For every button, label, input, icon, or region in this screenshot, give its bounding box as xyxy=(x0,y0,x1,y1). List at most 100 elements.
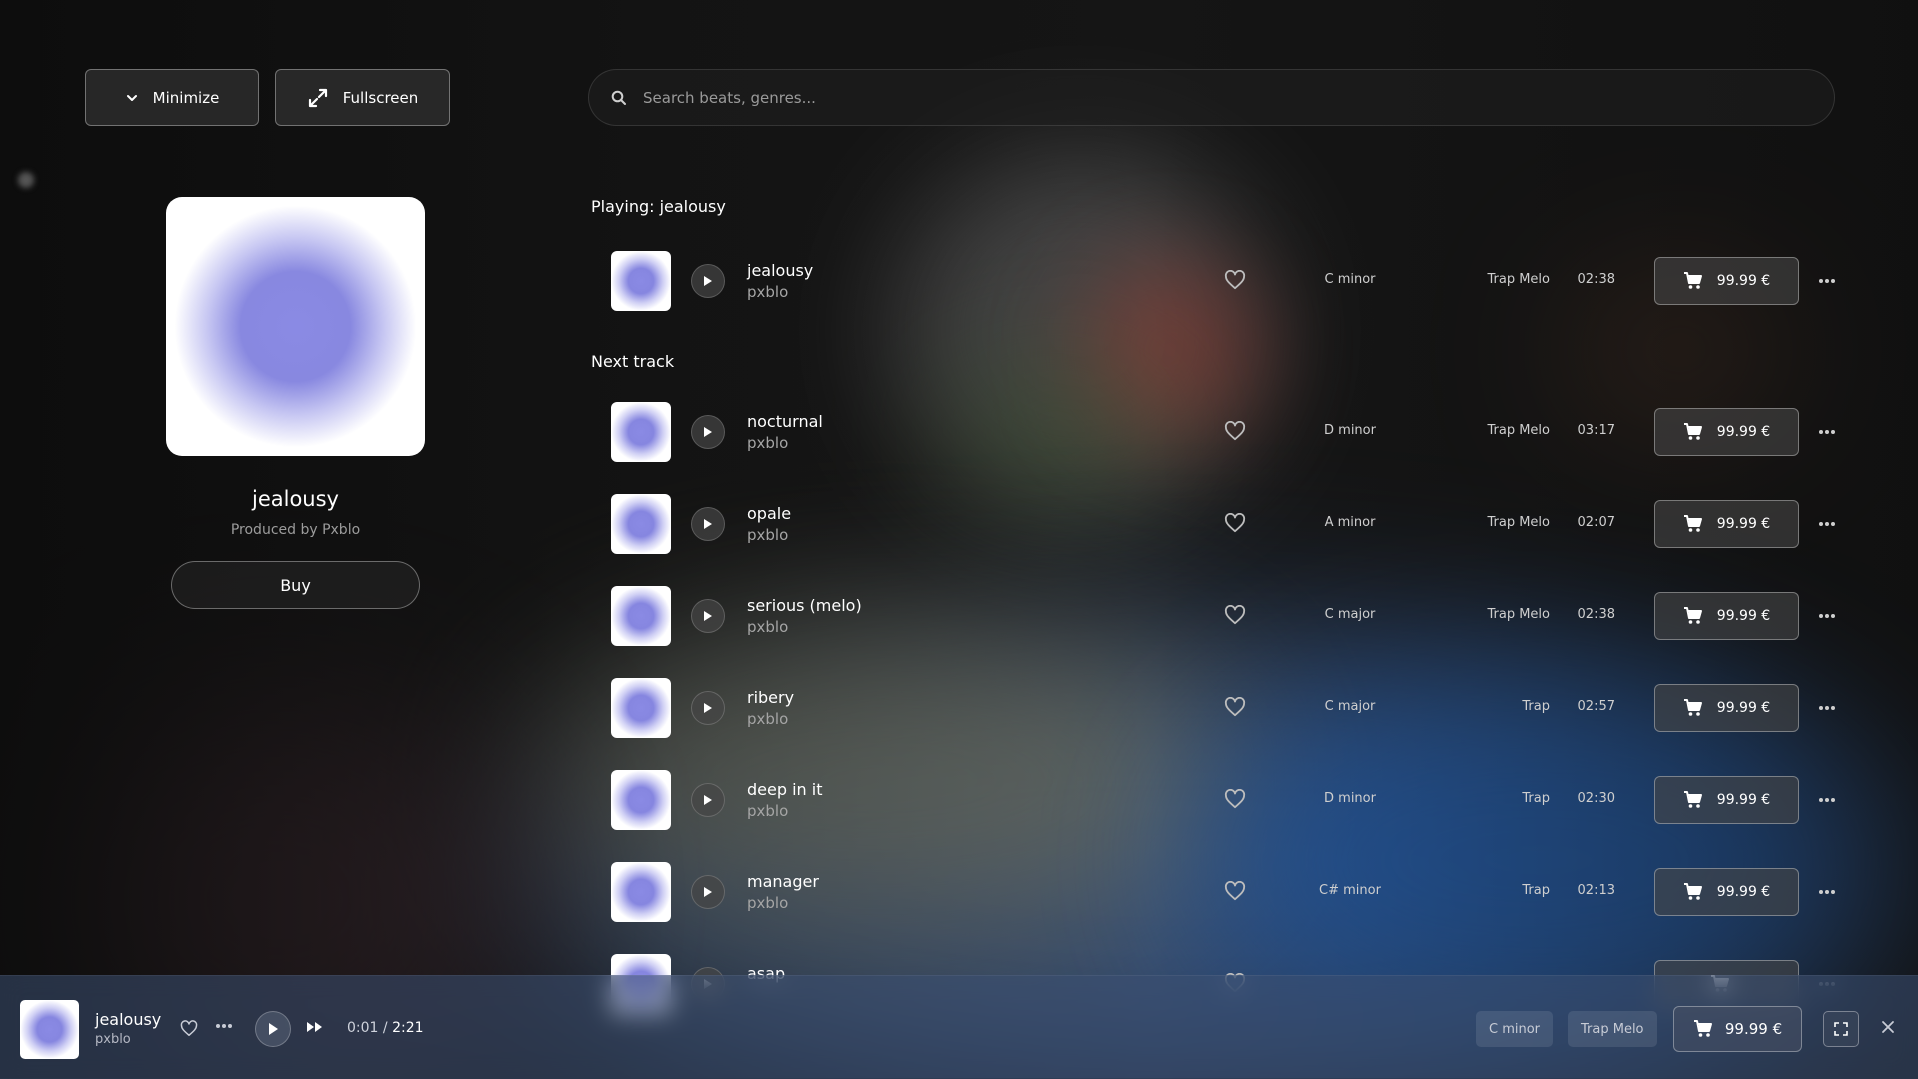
track-price-label: 99.99 € xyxy=(1716,884,1771,900)
fast-forward-icon[interactable] xyxy=(306,1020,324,1034)
track-play-button[interactable] xyxy=(691,507,725,541)
track-price-button[interactable]: 99.99 € xyxy=(1654,684,1799,732)
track-genre: Trap xyxy=(1522,883,1550,898)
player-play-button[interactable] xyxy=(255,1011,291,1047)
more-dots-icon xyxy=(1819,890,1835,894)
player-price-button[interactable]: 99.99 € xyxy=(1673,1006,1802,1052)
track-row[interactable]: jealousy pxblo C minor Trap Melo 02:38 99.99 … xyxy=(590,241,1850,321)
heart-icon xyxy=(1224,420,1246,441)
track-play-button[interactable] xyxy=(691,599,725,633)
close-icon[interactable] xyxy=(1880,1019,1896,1035)
track-more-button[interactable] xyxy=(1818,606,1836,626)
cart-icon xyxy=(1683,423,1702,440)
heart-icon xyxy=(1224,269,1246,290)
now-playing-cover xyxy=(166,197,425,456)
track-price-label: 99.99 € xyxy=(1716,424,1771,440)
more-dots-icon[interactable] xyxy=(215,1022,233,1030)
play-icon xyxy=(704,276,712,286)
search-bar[interactable] xyxy=(588,69,1835,126)
track-play-button[interactable] xyxy=(691,264,725,298)
track-like-button[interactable] xyxy=(1224,420,1246,445)
fullscreen-label: Fullscreen xyxy=(342,88,419,107)
more-dots-icon xyxy=(1819,706,1835,710)
track-more-button[interactable] xyxy=(1818,698,1836,718)
track-play-button[interactable] xyxy=(691,783,725,817)
track-price-label: 99.99 € xyxy=(1716,792,1771,808)
track-artist: pxblo xyxy=(747,526,789,544)
track-cover xyxy=(611,678,671,738)
minimize-button[interactable]: Minimize xyxy=(85,69,259,126)
track-like-button[interactable] xyxy=(1224,788,1246,813)
track-like-button[interactable] xyxy=(1224,269,1246,294)
track-row[interactable]: opale pxblo A minor Trap Melo 02:07 99.99 € xyxy=(590,484,1850,564)
track-price-label: 99.99 € xyxy=(1716,516,1771,532)
track-row[interactable]: ribery pxblo C major Trap 02:57 99.99 € xyxy=(590,668,1850,748)
track-more-button[interactable] xyxy=(1818,422,1836,442)
track-row[interactable]: serious (melo) pxblo C major Trap Melo 02:38… xyxy=(590,576,1850,656)
more-dots-icon xyxy=(1819,279,1835,283)
cart-icon xyxy=(1693,1020,1712,1037)
bottom-player-bar: jealousy pxblo 0:01 / 2:21 C minor Trap … xyxy=(0,975,1918,1079)
fullscreen-button[interactable]: Fullscreen xyxy=(275,69,450,126)
track-key: C major xyxy=(1324,607,1376,622)
track-price-button[interactable]: 99.99 € xyxy=(1654,257,1799,305)
cart-icon xyxy=(1683,607,1702,624)
heart-icon xyxy=(1224,880,1246,901)
player-time-separator: / xyxy=(382,1020,388,1036)
track-genre: Trap Melo xyxy=(1487,272,1550,287)
track-like-button[interactable] xyxy=(1224,512,1246,537)
cart-icon xyxy=(1683,699,1702,716)
track-price-button[interactable]: 99.99 € xyxy=(1654,868,1799,916)
track-more-button[interactable] xyxy=(1818,882,1836,902)
track-like-button[interactable] xyxy=(1224,696,1246,721)
track-play-button[interactable] xyxy=(691,691,725,725)
minimize-label: Minimize xyxy=(152,88,220,107)
track-duration: 02:57 xyxy=(1577,699,1615,714)
track-price-button[interactable]: 99.99 € xyxy=(1654,500,1799,548)
player-genre-chip: Trap Melo xyxy=(1568,1011,1657,1047)
track-key: C minor xyxy=(1324,272,1376,287)
track-like-button[interactable] xyxy=(1224,604,1246,629)
player-expand-button[interactable] xyxy=(1823,1011,1859,1047)
section-playing-title: Playing: jealousy xyxy=(591,197,726,216)
play-icon xyxy=(704,611,712,621)
track-cover xyxy=(611,586,671,646)
player-title: jealousy xyxy=(95,1010,162,1029)
player-key-chip: C minor xyxy=(1476,1011,1554,1047)
track-more-button[interactable] xyxy=(1818,790,1836,810)
player-total-time: 2:21 xyxy=(392,1020,424,1036)
track-row[interactable]: nocturnal pxblo D minor Trap Melo 03:17 99.99… xyxy=(590,392,1850,472)
heart-icon[interactable] xyxy=(180,1020,198,1037)
search-input[interactable] xyxy=(641,87,1745,108)
track-cover xyxy=(611,770,671,830)
track-row[interactable]: manager pxblo C# minor Trap 02:13 99.99 € xyxy=(590,852,1850,932)
more-dots-icon xyxy=(1819,614,1835,618)
more-dots-icon xyxy=(1819,522,1835,526)
expand-icon xyxy=(1834,1022,1848,1036)
track-key: A minor xyxy=(1324,515,1376,530)
track-genre: Trap xyxy=(1522,791,1550,806)
track-price-button[interactable]: 99.99 € xyxy=(1654,776,1799,824)
track-more-button[interactable] xyxy=(1818,514,1836,534)
track-more-button[interactable] xyxy=(1818,271,1836,291)
track-cover xyxy=(611,494,671,554)
track-row[interactable]: deep in it pxblo D minor Trap 02:30 99.99 € xyxy=(590,760,1850,840)
track-price-label: 99.99 € xyxy=(1716,273,1771,289)
track-price-button[interactable]: 99.99 € xyxy=(1654,408,1799,456)
track-name: opale xyxy=(747,504,792,523)
track-play-button[interactable] xyxy=(691,875,725,909)
track-play-button[interactable] xyxy=(691,415,725,449)
buy-button[interactable]: Buy xyxy=(171,561,420,609)
track-price-button[interactable]: 99.99 € xyxy=(1654,592,1799,640)
track-duration: 02:38 xyxy=(1577,607,1615,622)
track-price-label: 99.99 € xyxy=(1716,700,1771,716)
track-genre: Trap Melo xyxy=(1487,515,1550,530)
heart-icon xyxy=(1224,696,1246,717)
cart-icon xyxy=(1683,883,1702,900)
chevron-down-icon xyxy=(126,94,137,101)
track-duration: 02:30 xyxy=(1577,791,1615,806)
more-dots-icon xyxy=(1819,430,1835,434)
track-like-button[interactable] xyxy=(1224,880,1246,905)
player-price-label: 99.99 € xyxy=(1724,1020,1783,1038)
track-duration: 02:07 xyxy=(1577,515,1615,530)
